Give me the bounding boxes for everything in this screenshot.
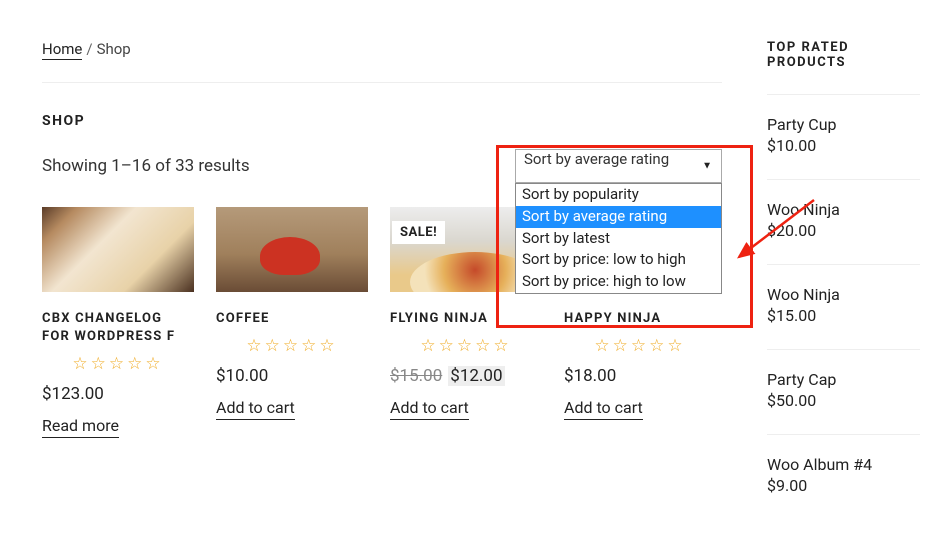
star-rating-icon: ☆☆☆☆☆ [390,336,542,356]
product-title: HAPPY NINJA [564,310,716,328]
add-to-cart-button[interactable]: Add to cart [564,398,643,420]
divider [767,264,920,265]
divider [42,82,722,83]
star-rating-icon: ☆☆☆☆☆ [216,336,368,356]
rated-product-name: Woo Ninja [767,285,920,304]
sort-dropdown[interactable]: Sort by average rating ▼ Sort by popular… [515,149,722,183]
divider [767,434,920,435]
results-count: Showing 1–16 of 33 results [42,156,250,176]
sort-options-list: Sort by popularity Sort by average ratin… [515,183,722,294]
rated-product-price: $15.00 [767,306,920,325]
sort-option-latest[interactable]: Sort by latest [516,228,721,250]
breadcrumb-home-link[interactable]: Home [42,40,82,60]
product-price: $18.00 [564,366,716,386]
sidebar-title: TOP RATED PRODUCTS [767,40,920,70]
divider [767,94,920,95]
add-to-cart-button[interactable]: Add to cart [390,398,469,420]
product-sale-price: $12.00 [448,366,504,386]
product-title: CBX CHANGELOG FOR WORDPRESS F [42,310,194,346]
page-title: SHOP [42,113,722,129]
rated-product-name: Woo Ninja [767,200,920,219]
list-item[interactable]: Woo Ninja $20.00 [767,200,920,240]
sort-option-popularity[interactable]: Sort by popularity [516,184,721,206]
rated-product-name: Party Cap [767,370,920,389]
star-rating-icon: ☆☆☆☆☆ [564,336,716,356]
product-image[interactable] [42,207,194,292]
product-price: $10.00 [216,366,368,386]
add-to-cart-button[interactable]: Add to cart [216,398,295,420]
product-price: $123.00 [42,384,194,404]
read-more-button[interactable]: Read more [42,416,119,438]
sale-badge: SALE! [392,221,445,244]
sort-option-price-high-low[interactable]: Sort by price: high to low [516,271,721,293]
product-title: FLYING NINJA [390,310,542,328]
product-image[interactable] [216,207,368,292]
sort-selected-label: Sort by average rating [524,150,669,168]
sort-select[interactable]: Sort by average rating [515,149,722,183]
sort-option-average-rating[interactable]: Sort by average rating [516,206,721,228]
product-card[interactable]: CBX CHANGELOG FOR WORDPRESS F ☆☆☆☆☆ $123… [42,207,194,438]
breadcrumb: Home/ Shop [42,40,722,58]
breadcrumb-current: Shop [97,40,131,58]
sort-option-price-low-high[interactable]: Sort by price: low to high [516,249,721,271]
star-rating-icon: ☆☆☆☆☆ [42,354,194,374]
breadcrumb-separator: / [86,40,92,58]
product-card[interactable]: COFFEE ☆☆☆☆☆ $10.00 Add to cart [216,207,368,438]
divider [767,349,920,350]
list-item[interactable]: Woo Album #4 $9.00 [767,455,920,495]
rated-product-price: $9.00 [767,476,920,495]
rated-product-price: $20.00 [767,221,920,240]
list-item[interactable]: Party Cap $50.00 [767,370,920,410]
rated-product-name: Woo Album #4 [767,455,920,474]
product-title: COFFEE [216,310,368,328]
list-item[interactable]: Party Cup $10.00 [767,115,920,155]
product-old-price: $15.00 [390,366,442,386]
divider [767,179,920,180]
rated-product-price: $10.00 [767,136,920,155]
list-item[interactable]: Woo Ninja $15.00 [767,285,920,325]
product-price: $15.00 $12.00 [390,366,542,386]
rated-product-price: $50.00 [767,391,920,410]
rated-product-name: Party Cup [767,115,920,134]
